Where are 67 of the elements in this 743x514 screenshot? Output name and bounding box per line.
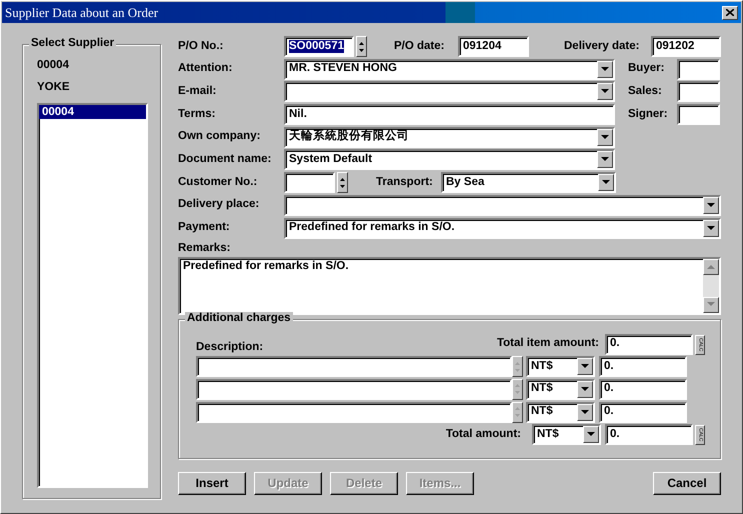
field-label: Delivery place: <box>178 198 260 212</box>
list-item[interactable]: 00004 <box>39 105 146 119</box>
spin-buttons[interactable] <box>356 36 367 57</box>
spin-buttons[interactable] <box>512 378 523 400</box>
dialog-button[interactable]: Insert <box>178 472 246 494</box>
text-field[interactable] <box>677 58 720 80</box>
dropdown-field[interactable]: Predefined for remarks in S/O. <box>284 218 721 238</box>
amount-field[interactable]: 0. <box>599 356 687 378</box>
supplier-name: YOKE <box>37 81 71 95</box>
field-label: Sales: <box>628 84 663 99</box>
field-label: E-mail: <box>178 84 218 99</box>
text-field[interactable] <box>677 81 720 102</box>
text-field[interactable] <box>677 104 720 126</box>
po-number-field[interactable]: SO000571 <box>284 36 354 57</box>
scroll-up-button[interactable] <box>703 258 719 274</box>
currency-dropdown[interactable]: NT$ <box>526 378 595 400</box>
dialog-button[interactable]: Cancel <box>653 472 721 494</box>
field-label: Terms: <box>178 108 216 122</box>
currency-dropdown[interactable]: NT$ <box>532 424 601 446</box>
field-label: Document name: <box>178 153 272 167</box>
supplier-list[interactable]: 00004 <box>37 103 148 488</box>
dropdown-field[interactable]: 天輪系統股份有限公司 <box>284 126 615 148</box>
dropdown-field[interactable]: By Sea <box>441 172 616 194</box>
currency-dropdown[interactable]: NT$ <box>526 356 595 378</box>
supplier-code: 00004 <box>37 59 70 73</box>
group-title: Additional charges <box>185 312 293 326</box>
up-arrow-icon <box>707 264 715 269</box>
amount-field[interactable]: 0. <box>599 378 687 400</box>
close-icon <box>726 9 734 16</box>
dropdown-field[interactable] <box>284 194 721 216</box>
field-label: Total item amount: <box>496 337 599 351</box>
group-title: Select Supplier <box>29 37 116 51</box>
amount-field[interactable]: 0. <box>605 334 693 354</box>
amount-field[interactable]: 0. <box>605 424 693 446</box>
spin-buttons[interactable] <box>512 356 523 378</box>
field-label: Own company: <box>178 130 262 144</box>
dropdown-field[interactable] <box>284 81 615 102</box>
amount-field[interactable]: 0. <box>599 402 687 423</box>
field-label: Transport: <box>376 176 434 190</box>
down-arrow-icon <box>707 302 715 307</box>
field-label: Delivery date: <box>564 40 640 54</box>
close-button[interactable] <box>722 6 738 20</box>
description-field[interactable] <box>196 356 512 378</box>
field-label: Description: <box>196 340 264 354</box>
po-date-field[interactable]: 091204 <box>458 36 529 57</box>
field-label: Attention: <box>178 62 234 76</box>
field-label: Buyer: <box>628 62 666 76</box>
field-label: Remarks: <box>178 242 230 254</box>
dropdown-field[interactable]: MR. STEVEN HONG <box>284 58 615 80</box>
field-label: P/O No.: <box>178 40 224 54</box>
window-title: Supplier Data about an Order <box>5 4 158 20</box>
delivery-date-field[interactable]: 091202 <box>651 36 721 57</box>
field-label: Total amount: <box>444 428 521 442</box>
scroll-down-button[interactable] <box>703 296 719 312</box>
field-label: P/O date: <box>394 40 446 54</box>
field-label: Signer: <box>628 108 669 122</box>
description-field[interactable] <box>196 402 512 423</box>
currency-dropdown[interactable]: NT$ <box>526 402 595 423</box>
customer-number-field[interactable] <box>284 172 335 194</box>
spin-buttons[interactable] <box>337 172 348 194</box>
scrollbar[interactable] <box>703 258 719 312</box>
text-field[interactable]: Nil. <box>284 104 615 126</box>
field-label: Customer No.: <box>178 176 258 190</box>
description-field[interactable] <box>196 378 512 400</box>
spin-buttons[interactable] <box>512 402 523 423</box>
field-label: Payment: <box>178 221 231 235</box>
dropdown-field[interactable]: System Default <box>284 149 615 170</box>
